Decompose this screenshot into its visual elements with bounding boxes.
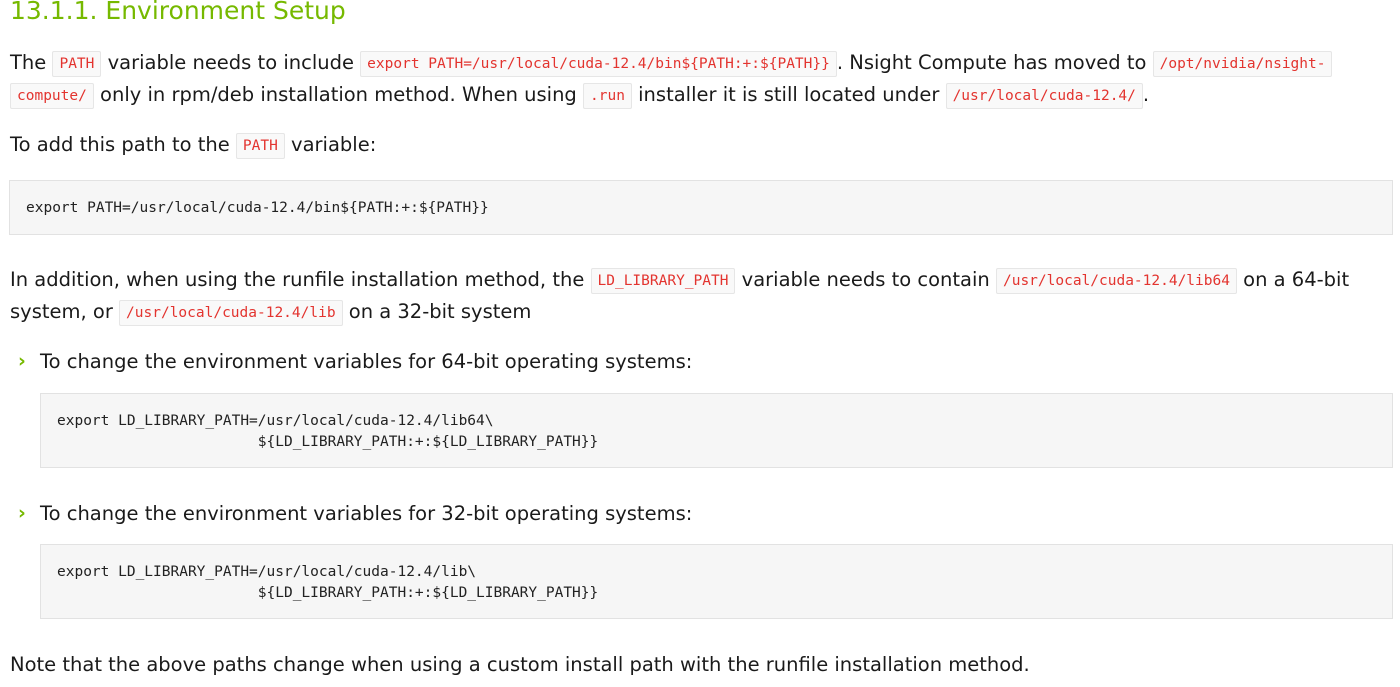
text: on a 32-bit system: [342, 300, 532, 323]
path-paragraph-line2: compute/ only in rpm/deb installation me…: [10, 79, 1149, 112]
chevron-right-icon: ›: [18, 502, 26, 524]
text: To add this path to the: [10, 133, 236, 156]
list-item-32bit: To change the environment variables for …: [40, 502, 693, 525]
section-heading: 13.1.1. Environment Setup: [10, 0, 346, 25]
text: system, or: [10, 300, 120, 323]
text: on a 64-bit: [1236, 268, 1350, 291]
inline-code-ld-library-path: LD_LIBRARY_PATH: [590, 268, 736, 294]
inline-code-lib64: /usr/local/cuda-12.4/lib64: [995, 268, 1237, 294]
text: . Nsight Compute has moved to: [836, 51, 1153, 74]
ld-library-paragraph-line2: system, or /usr/local/cuda-12.4/lib on a…: [10, 296, 531, 329]
code-block-ld-library-64[interactable]: export LD_LIBRARY_PATH=/usr/local/cuda-1…: [40, 393, 1393, 468]
inline-code-path: PATH: [235, 133, 285, 159]
note-paragraph: Note that the above paths change when us…: [10, 653, 1030, 676]
text: variable:: [284, 133, 377, 156]
path-paragraph-line1: The PATH variable needs to include expor…: [10, 47, 1333, 80]
inline-code-path: PATH: [52, 51, 102, 77]
text: only in rpm/deb installation method. Whe…: [93, 83, 584, 106]
inline-code-run: .run: [583, 83, 632, 109]
inline-code-cuda-path: /usr/local/cuda-12.4/: [945, 83, 1143, 109]
text: .: [1142, 83, 1150, 106]
text: variable needs to contain: [735, 268, 996, 291]
text: variable needs to include: [101, 51, 361, 74]
inline-code-nsight-path: /opt/nvidia/nsight-: [1152, 51, 1333, 77]
code-block-export-path[interactable]: export PATH=/usr/local/cuda-12.4/bin${PA…: [9, 180, 1393, 235]
chevron-right-icon: ›: [18, 350, 26, 372]
code-block-ld-library-32[interactable]: export LD_LIBRARY_PATH=/usr/local/cuda-1…: [40, 544, 1393, 619]
ld-library-paragraph-line1: In addition, when using the runfile inst…: [10, 264, 1349, 297]
text: In addition, when using the runfile inst…: [10, 268, 591, 291]
text: The: [10, 51, 53, 74]
text: installer it is still located under: [631, 83, 946, 106]
inline-code-lib: /usr/local/cuda-12.4/lib: [119, 300, 343, 326]
inline-code-nsight-path-cont: compute/: [10, 83, 94, 109]
add-path-paragraph: To add this path to the PATH variable:: [10, 129, 376, 162]
list-item-64bit: To change the environment variables for …: [40, 350, 693, 373]
inline-code-export-path: export PATH=/usr/local/cuda-12.4/bin${PA…: [360, 51, 837, 77]
documentation-page: 13.1.1. Environment Setup The PATH varia…: [0, 0, 1400, 687]
